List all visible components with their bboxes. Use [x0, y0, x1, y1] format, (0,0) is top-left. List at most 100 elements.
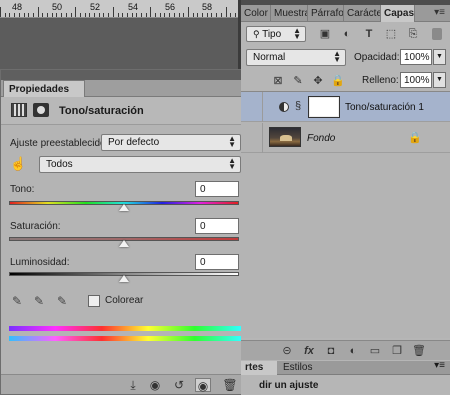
lightness-label: Luminosidad: — [10, 257, 70, 268]
panel-title-strip: ◂◂ — [1, 69, 261, 80]
ruler-tick — [141, 13, 142, 17]
lightness-slider-thumb[interactable] — [119, 275, 129, 282]
link-layers-icon[interactable]: ⊝ — [279, 344, 295, 358]
tab-paragraph[interactable]: Párrafo — [308, 5, 344, 22]
document-canvas[interactable] — [0, 19, 238, 69]
adjustment-layer-icon[interactable] — [11, 103, 27, 117]
layer-name: Fondo — [307, 133, 336, 144]
smart-object-filter-icon[interactable]: ⎘ — [406, 27, 420, 41]
delete-icon[interactable]: 🗑 — [222, 378, 238, 392]
ruler-tick — [28, 13, 29, 17]
lock-all-icon[interactable]: 🔒 — [331, 74, 345, 88]
eyedropper-plus-icon[interactable]: ✎ — [34, 294, 48, 308]
panel-menu-icon[interactable]: ▾≡ — [434, 360, 445, 371]
hue-label: Tono: — [10, 184, 35, 195]
tab-history[interactable]: rtes — [241, 361, 277, 375]
ruler-tick — [235, 13, 236, 17]
tab-properties[interactable]: Propiedades — [3, 80, 85, 97]
type-filter-icon[interactable]: T — [362, 27, 376, 41]
ruler-tick — [24, 13, 25, 17]
layer-mask-thumbnail[interactable] — [308, 96, 340, 118]
view-previous-icon[interactable]: ◉ — [147, 378, 163, 392]
lock-position-icon[interactable]: ✥ — [311, 74, 325, 88]
history-list: dir un ajuste — [241, 376, 450, 395]
colorize-label: Colorear — [105, 295, 144, 306]
visibility-eye-icon[interactable]: ◉ — [195, 378, 211, 393]
tab-swatches[interactable]: Muestra — [271, 5, 308, 22]
layer-style-icon[interactable]: fx — [301, 344, 317, 358]
eyedropper-icon[interactable]: ✎ — [12, 294, 26, 308]
tab-layers[interactable]: Capas — [381, 5, 415, 22]
reset-icon[interactable]: ↺ — [171, 378, 187, 392]
lock-transparency-icon[interactable]: ⊠ — [271, 74, 285, 88]
history-item[interactable]: dir un ajuste — [259, 380, 318, 391]
ruler-tick — [211, 13, 212, 17]
select-arrows-icon: ▲ ▼ — [333, 49, 341, 64]
tab-character[interactable]: Carácter — [344, 5, 381, 22]
tab-color[interactable]: Color — [241, 5, 271, 22]
eyedropper-minus-icon[interactable]: ✎ — [57, 294, 71, 308]
ruler-tick — [132, 13, 133, 17]
lock-icon: 🔒 — [408, 132, 422, 144]
panel-menu-icon[interactable]: ▾≡ — [434, 7, 445, 18]
delete-layer-icon[interactable]: 🗑 — [411, 344, 427, 358]
ruler-tick — [221, 13, 222, 17]
fill-dropdown-icon[interactable]: ▼ — [433, 72, 446, 88]
opacity-dropdown-icon[interactable]: ▼ — [433, 49, 446, 65]
search-icon: ⚲ — [253, 29, 263, 39]
blend-mode-select[interactable]: Normal ▲ ▼ — [246, 49, 346, 66]
ruler-tick — [127, 13, 128, 17]
adjustment-layer-icon — [279, 102, 289, 112]
select-arrows-icon: ▲ ▼ — [293, 26, 301, 41]
saturation-slider-thumb[interactable] — [119, 240, 129, 247]
clip-to-layer-icon[interactable]: ⤓ — [125, 378, 141, 392]
tab-styles[interactable]: Estilos — [279, 361, 323, 375]
lightness-input[interactable]: 0 — [195, 254, 239, 270]
hand-target-icon[interactable]: ☝ — [10, 156, 26, 172]
layer-row-hue-saturation[interactable]: § Tono/saturación 1 — [241, 92, 450, 122]
preset-select[interactable]: Por defecto ▲ ▼ — [101, 134, 241, 151]
adjustment-title: Tono/saturación — [59, 105, 144, 117]
chain-link-icon[interactable]: § — [295, 100, 301, 112]
layer-mask-icon[interactable] — [33, 103, 49, 117]
preset-value: Por defecto — [108, 137, 160, 148]
new-adjustment-icon[interactable]: ◐ — [345, 344, 361, 358]
channel-select[interactable]: Todos ▲ ▼ — [39, 156, 241, 173]
ruler-tick — [122, 13, 123, 17]
layers-panel: Color Muestra Párrafo Carácter Capas ▾≡ … — [241, 0, 450, 395]
select-arrows-icon: ▲ ▼ — [228, 156, 236, 171]
select-arrows-icon: ▲ ▼ — [228, 134, 236, 149]
colorize-checkbox[interactable] — [88, 295, 100, 307]
visibility-toggle[interactable] — [241, 92, 263, 122]
adjustment-filter-icon[interactable]: ◐ — [340, 27, 354, 41]
layers-tabbar: Color Muestra Párrafo Carácter Capas ▾≡ — [241, 5, 450, 22]
visibility-toggle[interactable] — [241, 123, 263, 153]
lock-pixels-icon[interactable]: ✎ — [291, 74, 305, 88]
filter-toggle[interactable] — [432, 28, 442, 40]
ruler-tick — [38, 7, 39, 17]
shape-filter-icon[interactable]: ⬚ — [384, 27, 398, 41]
new-group-icon[interactable]: ▭ — [367, 344, 383, 358]
ruler-tick — [202, 13, 203, 17]
saturation-input[interactable]: 0 — [195, 218, 239, 234]
ruler-tick — [66, 13, 67, 17]
opacity-input[interactable]: 100% — [400, 49, 432, 65]
fill-input[interactable]: 100% — [400, 72, 432, 88]
ruler-tick — [150, 7, 151, 17]
hue-slider-thumb[interactable] — [119, 204, 129, 211]
new-layer-icon[interactable]: ❐ — [389, 344, 405, 358]
hue-input[interactable]: 0 — [195, 181, 239, 197]
filter-value: Tipo — [262, 29, 282, 40]
history-tabbar: rtes Estilos ▾≡ — [241, 360, 450, 375]
layer-row-background[interactable]: Fondo 🔒 — [241, 123, 450, 153]
ruler-tick — [113, 7, 114, 17]
channel-value: Todos — [46, 159, 73, 170]
ruler-tick — [197, 13, 198, 17]
filter-kind-select[interactable]: ⚲ Tipo ▲ ▼ — [246, 26, 306, 42]
ruler-number: 54 — [128, 2, 139, 12]
pixel-filter-icon[interactable]: ▣ — [318, 27, 332, 41]
add-mask-icon[interactable]: ◘ — [323, 344, 339, 358]
ruler-tick — [5, 13, 6, 17]
ruler-tick — [230, 13, 231, 17]
ruler-tick — [193, 13, 194, 17]
